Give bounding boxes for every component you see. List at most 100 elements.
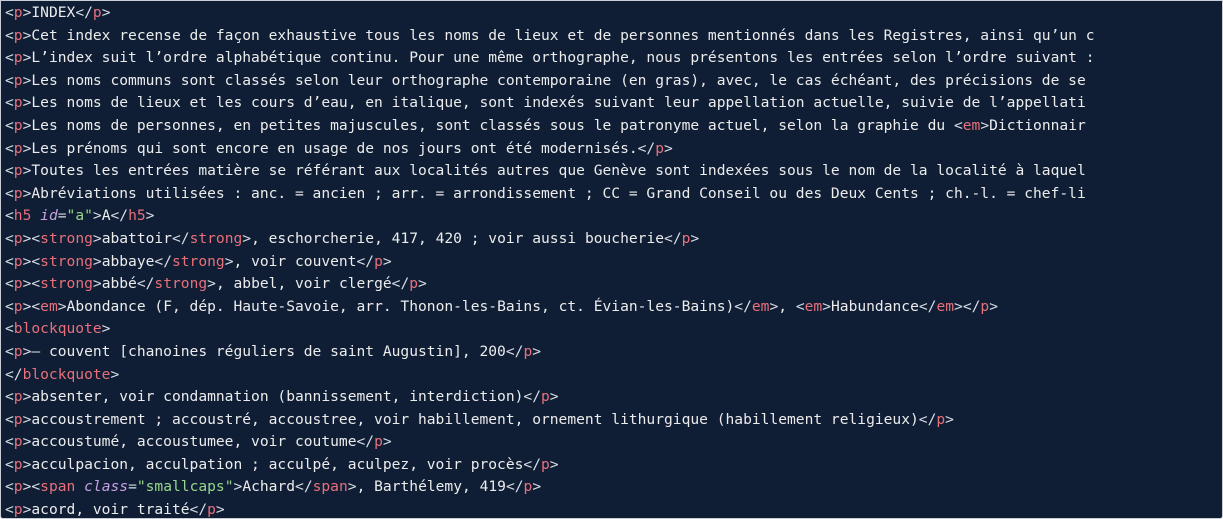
tag-bracket: > [92, 207, 102, 225]
tag-name: p [13, 433, 23, 451]
tag-name: p [374, 433, 383, 451]
code-line[interactable]: <p>Toutes les entrées matière se référan… [5, 160, 1222, 183]
tag-name: strong [154, 275, 208, 293]
text-content: abattoir [101, 229, 172, 247]
tag-bracket: </ [523, 388, 541, 406]
tag-bracket: > [769, 297, 779, 315]
tag-name: p [541, 388, 550, 406]
tag-name: p [92, 4, 102, 21]
tag-name: em [751, 297, 770, 315]
tag-name: em [40, 297, 58, 315]
tag-bracket: > [224, 252, 234, 270]
code-line[interactable]: <p>accoustrement ; accoustré, accoustree… [5, 409, 1222, 432]
tag-bracket: </ [664, 229, 682, 247]
tag-bracket: > [980, 116, 990, 134]
tag-bracket: >< [22, 252, 41, 270]
tag-name: p [13, 342, 23, 360]
text-content: absenter, voir condamnation (bannissemen… [31, 388, 524, 406]
code-line[interactable]: <p>acord, voir traité</p> [5, 499, 1222, 519]
code-line[interactable]: <p > acculpacion, acculpation ; acculpé, a… [5, 454, 1222, 477]
tag-bracket: </ [505, 342, 524, 360]
text-content: Cet index recense de façon exhaustive to… [31, 26, 1095, 44]
tag-name: p [409, 275, 419, 293]
tag-bracket: </ [136, 275, 155, 293]
text-content: , [778, 297, 796, 315]
code-line[interactable]: <p><strong>abbé</strong>, abbel, voir cl… [5, 273, 1222, 296]
tag-name: p [13, 455, 23, 473]
text-content [31, 207, 40, 224]
code-line[interactable]: <h5 id="a">A</h5> [5, 205, 1222, 228]
tag-name: p [13, 4, 23, 21]
tag-bracket: < [5, 501, 14, 519]
tag-name: span [312, 478, 348, 496]
code-line[interactable]: <p>Les prénoms qui sont encore en usage … [5, 138, 1222, 161]
tag-bracket: </ [75, 4, 93, 21]
tag-bracket: > [532, 478, 542, 496]
tag-name: p [523, 478, 533, 496]
tag-name: p [980, 297, 990, 315]
tag-bracket: < [5, 94, 14, 112]
code-line[interactable]: </blockquote> [5, 364, 1222, 387]
tag-name: p [13, 410, 23, 428]
code-line[interactable]: <p>accoustumé, accoustumee, voir coutume… [5, 431, 1222, 454]
tag-bracket: </ [734, 297, 752, 315]
tag-bracket: < [5, 455, 14, 473]
code-line[interactable]: <p>Les noms communs sont classés selon l… [5, 70, 1222, 93]
code-line[interactable]: <p>— couvent [chanoines réguliers de sai… [5, 341, 1222, 364]
tag-name: p [13, 49, 23, 67]
tag-bracket: </ [295, 478, 313, 496]
code-line[interactable]: <p>L’index suit l’ordre alphabétique con… [5, 47, 1222, 70]
tag-bracket: </ [505, 478, 524, 496]
code-line[interactable]: <p><span class="smallcaps">Achard</span>… [5, 476, 1222, 499]
code-editor[interactable]: <p>INDEX</p> <p>Cet index recense de faço… [0, 0, 1223, 519]
attribute-name: id [40, 207, 58, 225]
tag-name: strong [189, 229, 243, 247]
text-content: — couvent [chanoines réguliers de saint … [31, 342, 506, 360]
tag-bracket: > [92, 229, 102, 247]
tag-name: p [523, 342, 533, 360]
tag-bracket: = [128, 478, 137, 496]
tag-bracket: < [5, 229, 14, 247]
tag-bracket: < [5, 207, 14, 225]
tag-bracket: < [5, 320, 14, 338]
tag-bracket: > [822, 297, 831, 315]
tag-name: h5 [128, 207, 146, 225]
code-line[interactable]: <p>Les noms de lieux et les cours d’eau,… [5, 92, 1222, 115]
tag-bracket: > [347, 478, 357, 496]
tag-bracket: < [795, 297, 805, 315]
tag-bracket: >< [22, 297, 41, 315]
code-line[interactable]: <p><strong>abbaye</strong>, voir couvent… [5, 251, 1222, 274]
code-line[interactable]: <p>Abréviations utilisées : anc. = ancie… [5, 183, 1222, 206]
tag-name: p [13, 478, 23, 496]
tag-bracket: > [664, 139, 673, 157]
tag-bracket: > [549, 388, 559, 406]
tag-bracket: < [5, 4, 14, 21]
code-line[interactable]: <p>Les noms de personnes, en petites maj… [5, 115, 1222, 138]
code-line[interactable]: <blockquote> [5, 318, 1222, 341]
code-line[interactable]: <p><em>Abondance (F, dép. Haute-Savoie, … [5, 296, 1222, 319]
text-content: Dictionnair [989, 116, 1086, 134]
text-content: Toutes les entrées matière se référant a… [31, 162, 1086, 180]
code-line[interactable]: <p>Cet index recense de façon exhaustive… [5, 25, 1222, 48]
tag-bracket: < [5, 342, 14, 360]
tag-name: p [207, 501, 216, 519]
tag-name: em [936, 297, 955, 315]
tag-bracket: </ [356, 252, 375, 270]
tag-name: p [13, 297, 23, 315]
code-area[interactable]: <p>INDEX</p> <p>Cet index recense de faço… [5, 2, 1222, 518]
tag-bracket: > [101, 4, 111, 21]
tag-name: p [374, 252, 383, 270]
text-content: Abréviations utilisées : anc. = ancien ;… [31, 184, 1086, 202]
tag-bracket: </ [918, 297, 937, 315]
tag-name: p [13, 116, 23, 134]
text-content: , Barthélemy, 419 [356, 478, 506, 496]
tag-name: strong [40, 275, 93, 293]
code-line[interactable]: <p>INDEX</p> [5, 2, 1222, 25]
tag-bracket: > [549, 455, 559, 473]
tag-bracket: >< [22, 229, 41, 247]
text-content: acculpacion, acculpation ; acculpé, acul… [31, 455, 524, 473]
code-line[interactable]: <p><strong>abattoir</strong>, eschorcher… [5, 228, 1222, 251]
code-line[interactable]: <p>absenter, voir condamnation (bannisse… [5, 386, 1222, 409]
tag-name: strong [40, 252, 93, 270]
attribute-name: class [84, 478, 129, 496]
